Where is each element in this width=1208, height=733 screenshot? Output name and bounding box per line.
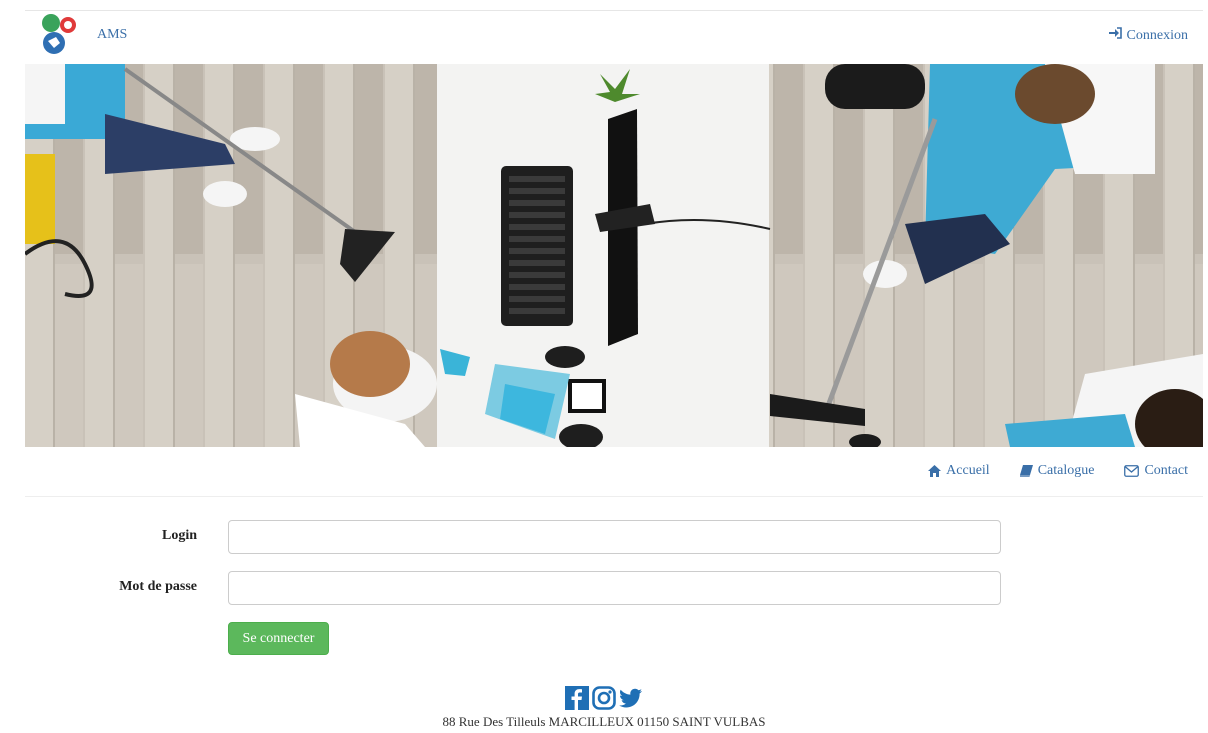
connexion-label: Connexion [1126,27,1188,43]
hero-banner-image [25,64,1203,447]
twitter-icon[interactable] [619,686,643,710]
nav-catalogue-label: Catalogue [1037,463,1095,478]
book-icon [1019,465,1033,477]
login-row: Login [0,520,1208,554]
footer-address: 88 Rue Des Tilleuls MARCILLEUX 01150 SAI… [442,714,766,729]
sign-in-icon [1108,27,1123,44]
home-icon [928,465,942,477]
se-connecter-button[interactable]: Se connecter [228,622,329,655]
nav-catalogue[interactable]: Catalogue [1019,463,1095,479]
brand-link[interactable]: AMS [97,27,127,43]
password-row: Mot de passe [0,571,1208,605]
nav-accueil-label: Accueil [946,463,990,478]
login-input[interactable] [228,520,1001,554]
ams-logo[interactable] [39,13,83,65]
social-links [0,686,1208,710]
nav-contact-label: Contact [1144,463,1188,478]
login-label: Login [161,528,197,543]
instagram-icon[interactable] [592,686,616,710]
top-navbar: AMS Connexion [25,10,1203,64]
nav-accueil[interactable]: Accueil [928,463,990,479]
password-label: Mot de passe [119,579,197,594]
envelope-icon [1124,465,1140,477]
password-input[interactable] [228,571,1001,605]
connexion-link[interactable]: Connexion [1108,27,1188,44]
nav-contact[interactable]: Contact [1124,463,1188,479]
secondary-navbar: Accueil Catalogue Contact [25,447,1203,497]
facebook-icon[interactable] [565,686,589,710]
